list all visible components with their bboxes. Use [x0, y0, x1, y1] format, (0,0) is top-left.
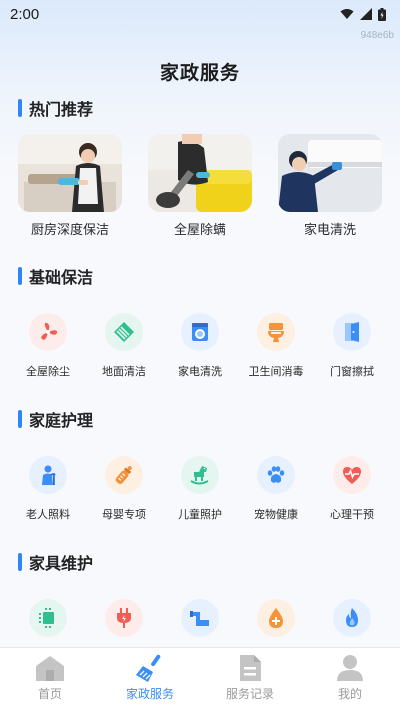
maintenance-item-water[interactable] — [240, 599, 312, 637]
mite-removal-photo — [148, 134, 252, 212]
user-icon — [337, 655, 363, 681]
basic-item-bathroom-disinfection[interactable]: 卫生间消毒 — [240, 313, 312, 379]
hot-item-kitchen-cleaning[interactable]: 厨房深度保洁 — [18, 134, 122, 238]
washing-machine-icon — [181, 313, 219, 351]
maintenance-grid — [0, 599, 400, 639]
hot-item-label: 全屋除螨 — [173, 222, 226, 237]
basic-item-floor-cleaning[interactable]: 地面清洁 — [88, 313, 160, 379]
family-item-mother-baby[interactable]: 母婴专项 — [88, 456, 160, 522]
grid-item-label: 地面清洁 — [102, 366, 146, 378]
water-drop-plus-icon — [257, 599, 295, 637]
grid-item-label: 全屋除尘 — [26, 366, 70, 378]
section-title-maintenance: 家具维护 — [18, 552, 94, 573]
tab-housekeeping[interactable]: 家政服务 — [100, 648, 200, 711]
wifi-icon — [340, 9, 354, 19]
hot-item-label: 厨房深度保洁 — [30, 222, 109, 237]
family-item-psychological[interactable]: 心理干预 — [316, 456, 388, 522]
tab-home[interactable]: 首页 — [0, 648, 100, 711]
grid-item-label: 老人照料 — [26, 509, 70, 521]
section-bar — [18, 99, 22, 117]
basic-item-dust-removal[interactable]: 全屋除尘 — [12, 313, 84, 379]
section-bar — [18, 267, 22, 285]
tab-label: 我的 — [337, 687, 362, 701]
hot-item-label: 家电清洗 — [303, 222, 356, 237]
section-title-basic: 基础保洁 — [18, 266, 94, 287]
section-title-text: 热门推荐 — [29, 102, 94, 119]
kitchen-cleaning-photo — [18, 134, 122, 212]
basic-item-appliance-cleaning[interactable]: 家电清洗 — [164, 313, 236, 379]
floor-tile-icon — [105, 313, 143, 351]
section-title-hot: 热门推荐 — [18, 98, 94, 119]
appliance-cleaning-photo — [278, 134, 382, 212]
grid-item-label: 家电清洗 — [178, 366, 222, 378]
family-grid: 老人照料 母婴专项 儿童照护 宠物健康 心理干预 — [0, 456, 400, 526]
rocking-horse-icon — [181, 456, 219, 494]
status-bar: 2:00 — [0, 0, 400, 28]
section-bar — [18, 553, 22, 571]
basic-item-door-window[interactable]: 门窗擦拭 — [316, 313, 388, 379]
section-title-family: 家庭护理 — [18, 409, 94, 430]
maintenance-item-plumbing[interactable] — [164, 599, 236, 637]
elderly-icon — [29, 456, 67, 494]
grid-item-label: 卫生间消毒 — [248, 366, 304, 378]
watermark: 948e6b — [360, 30, 394, 41]
signal-icon — [360, 8, 372, 20]
maintenance-item-circuit[interactable] — [12, 599, 84, 637]
circuit-board-icon — [29, 599, 67, 637]
door-icon — [333, 313, 371, 351]
page-title: 家政服务 — [159, 63, 240, 84]
hot-item-appliance-cleaning[interactable]: 家电清洗 — [278, 134, 382, 238]
section-bar — [18, 410, 22, 428]
document-icon — [240, 655, 261, 681]
home-icon — [36, 656, 64, 681]
section-title-text: 基础保洁 — [29, 270, 94, 287]
tab-profile[interactable]: 我的 — [300, 648, 400, 711]
grid-item-label: 宠物健康 — [254, 509, 298, 521]
battery-icon — [378, 7, 386, 21]
basic-grid: 全屋除尘 地面清洁 家电清洗 卫生间消毒 门窗擦拭 — [0, 313, 400, 383]
grid-item-label: 门窗擦拭 — [330, 366, 374, 378]
maintenance-item-gas[interactable] — [316, 599, 388, 637]
paw-icon — [257, 456, 295, 494]
tab-label: 服务记录 — [225, 687, 274, 701]
tab-label: 首页 — [37, 687, 62, 701]
pipe-icon — [181, 599, 219, 637]
grid-item-label: 儿童照护 — [178, 509, 222, 521]
toilet-icon — [257, 313, 295, 351]
flame-icon — [333, 599, 371, 637]
hot-list: 厨房深度保洁 全屋除螨 家电清洗 — [0, 134, 400, 244]
status-time: 2:00 — [10, 5, 40, 23]
plug-icon — [105, 599, 143, 637]
family-item-child-care[interactable]: 儿童照护 — [164, 456, 236, 522]
hot-item-mite-removal[interactable]: 全屋除螨 — [148, 134, 252, 238]
maintenance-item-electric[interactable] — [88, 599, 160, 637]
section-title-text: 家庭护理 — [29, 413, 94, 430]
baby-bottle-icon — [105, 456, 143, 494]
grid-item-label: 母婴专项 — [102, 509, 146, 521]
tab-label: 家政服务 — [125, 687, 174, 701]
family-item-pet-health[interactable]: 宠物健康 — [240, 456, 312, 522]
broom-icon — [136, 654, 161, 682]
tab-service-records[interactable]: 服务记录 — [200, 648, 300, 711]
heartbeat-icon — [333, 456, 371, 494]
bottom-tab-bar: 首页 家政服务 服务记录 我的 — [0, 647, 400, 711]
grid-item-label: 心理干预 — [330, 509, 374, 521]
section-title-text: 家具维护 — [29, 556, 94, 573]
family-item-elderly-care[interactable]: 老人照料 — [12, 456, 84, 522]
fan-icon — [29, 313, 67, 351]
status-icons — [340, 7, 386, 21]
